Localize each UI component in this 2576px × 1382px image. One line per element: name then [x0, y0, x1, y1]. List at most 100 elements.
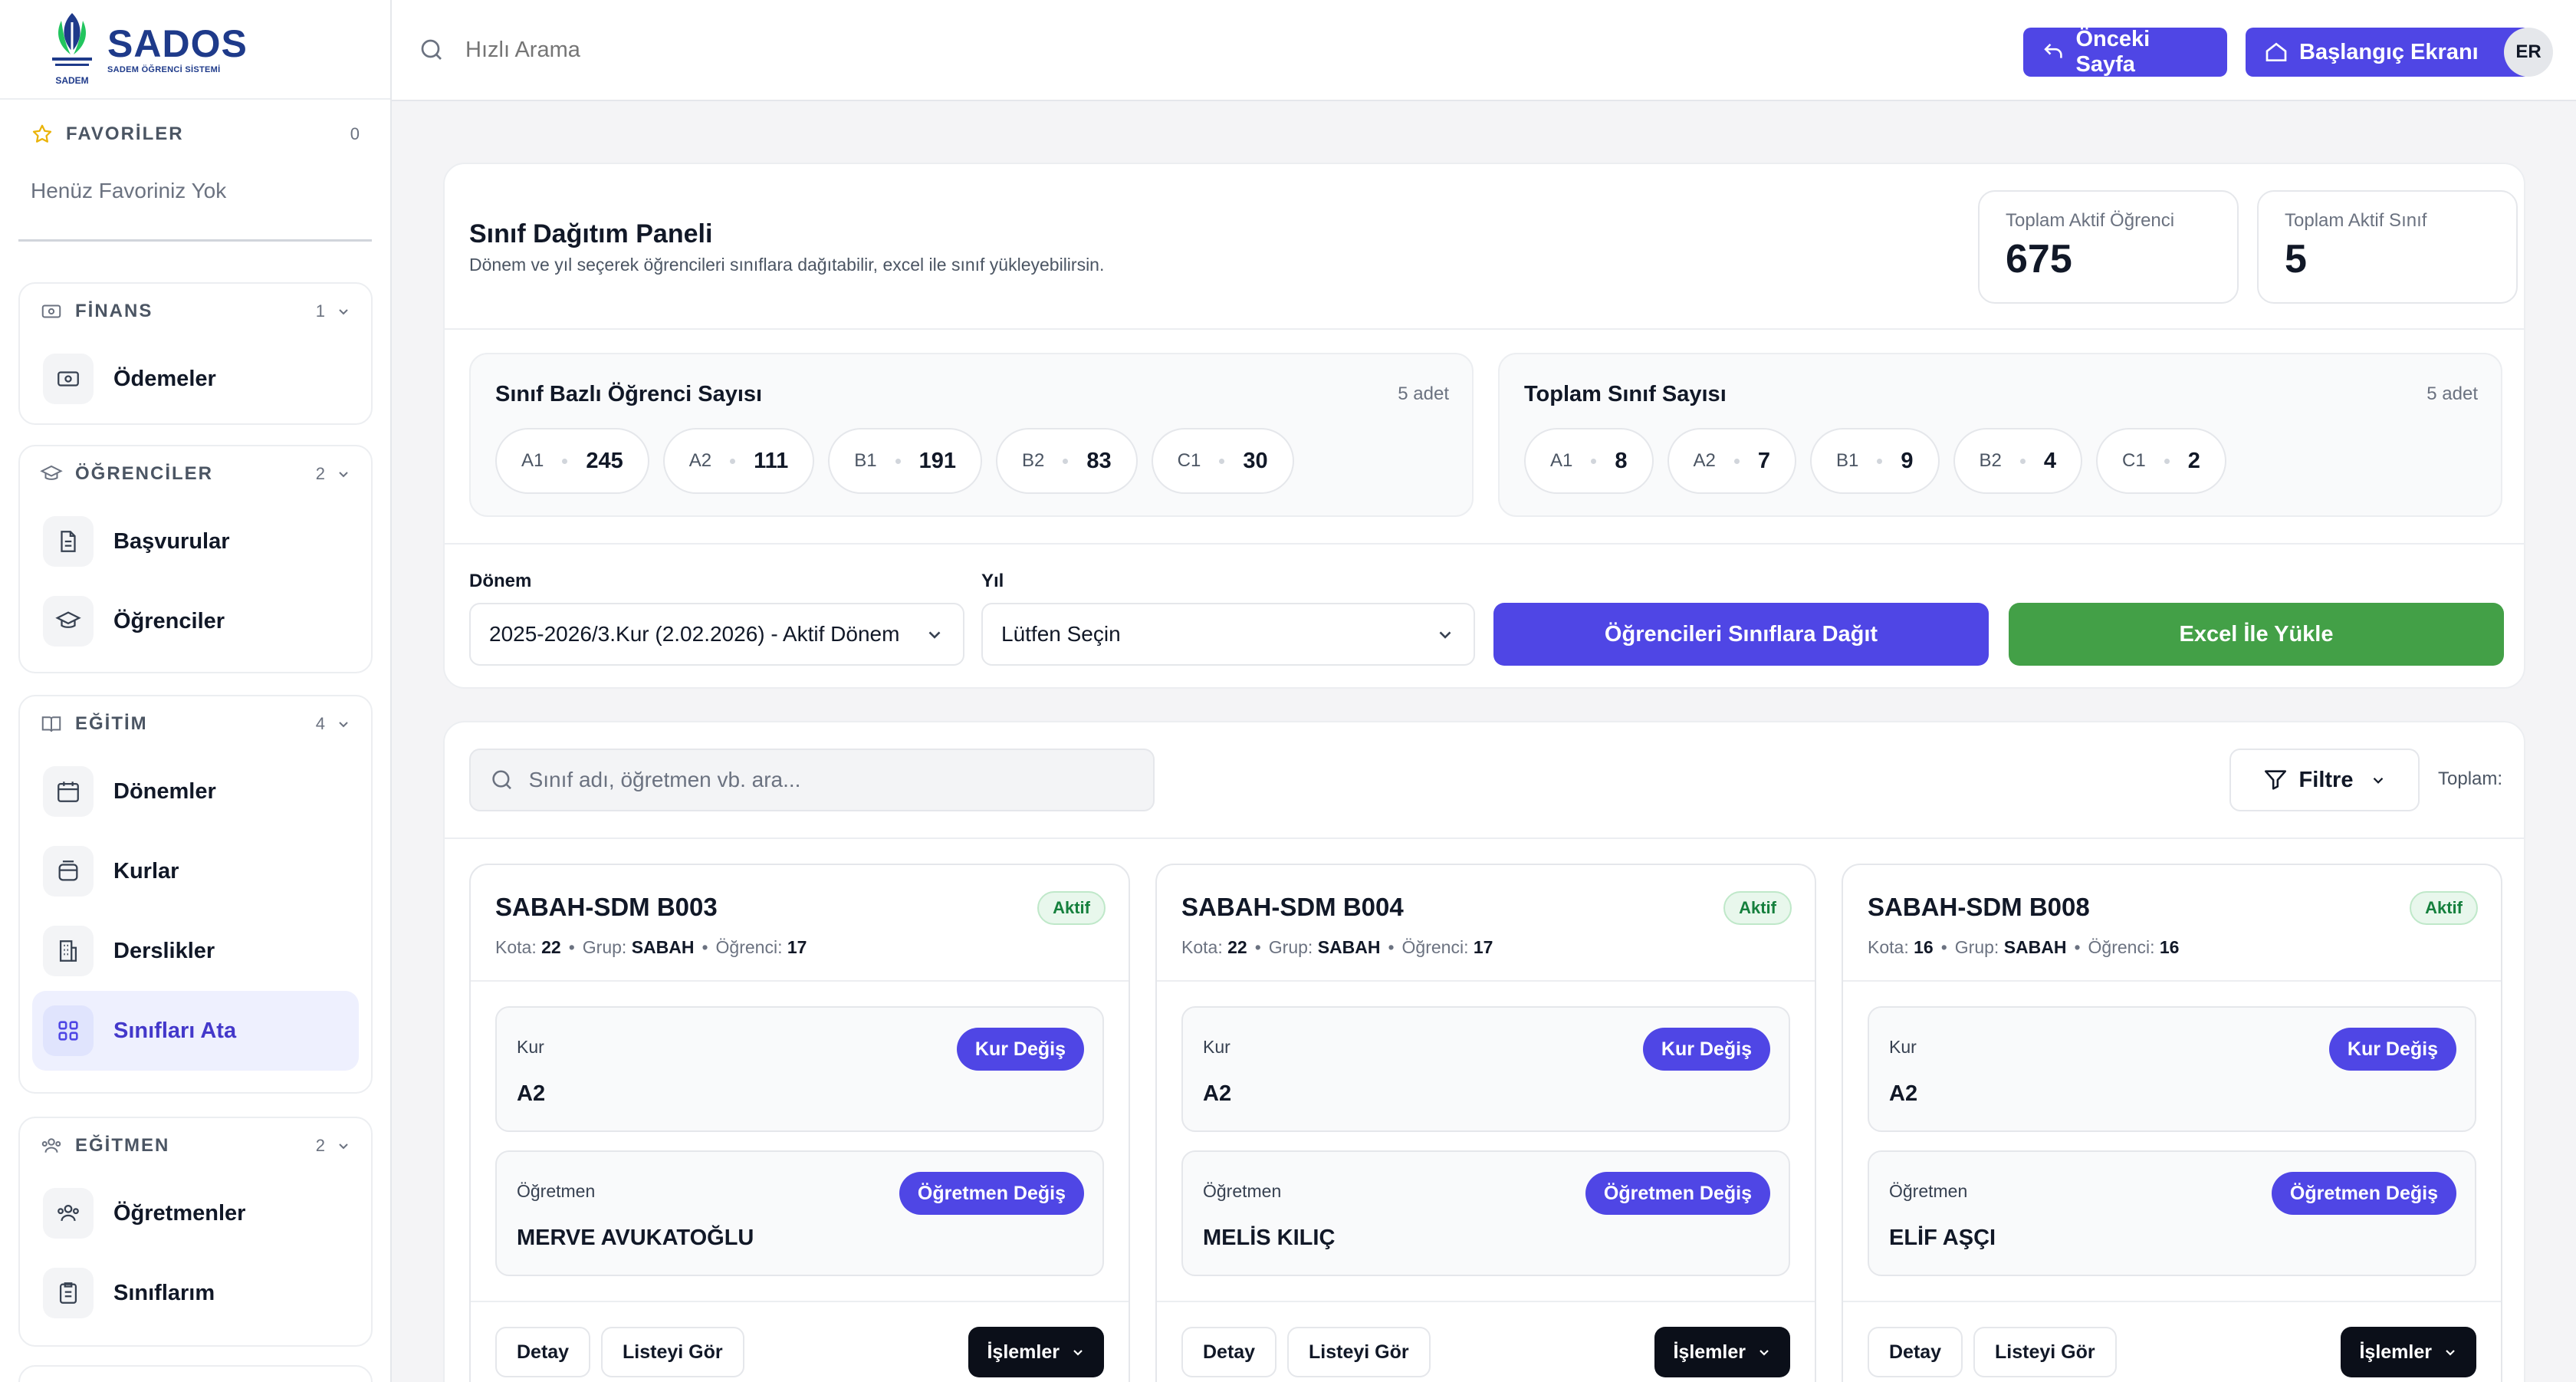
actions-label: İşlemler: [987, 1341, 1060, 1363]
user-avatar[interactable]: ER: [2504, 28, 2553, 77]
section-count: 5 adet: [1398, 383, 1449, 404]
year-select[interactable]: Lütfen Seçin: [981, 603, 1475, 666]
change-teacher-button[interactable]: Öğretmen Değiş: [899, 1172, 1084, 1215]
sidebar-item-levels[interactable]: Kurlar: [32, 831, 359, 911]
class-search-box[interactable]: [469, 749, 1155, 811]
class-count-by-level: Toplam Sınıf Sayısı 5 adet A1 8 A2 7 B1 9 B…: [1498, 353, 2502, 517]
detail-button[interactable]: Detay: [1181, 1327, 1277, 1377]
teacher-label: Öğretmen: [517, 1181, 596, 1201]
sidebar-item-applications[interactable]: Başvurular: [32, 502, 359, 581]
group-header-education[interactable]: EĞİTİM 4: [20, 696, 371, 752]
level-box: Kur A2 Kur Değiş: [495, 1006, 1104, 1132]
chip-value: 2: [2187, 448, 2200, 473]
level-chip-a2: A2 111: [662, 428, 815, 494]
chevron-down-icon: [1073, 1350, 1083, 1356]
sidebar-item-label: Sınıfları Ata: [113, 1018, 237, 1043]
year-label: Yıl: [981, 571, 1004, 591]
chevron-down-icon: [339, 722, 348, 728]
logo[interactable]: SADEM SADOS SADEM ÖĞRENCİ SİSTEMİ: [0, 0, 390, 100]
teacher-label: Öğretmen: [1889, 1181, 1968, 1201]
sidebar-item-terms[interactable]: Dönemler: [32, 752, 359, 831]
view-list-button[interactable]: Listeyi Gör: [1973, 1327, 2117, 1377]
teacher-value: ELİF AŞÇI: [1889, 1226, 1996, 1250]
class-card: SABAH-SDM B004 Aktif Kota: 22 • Grup: SABA…: [1155, 864, 1816, 1382]
term-label: Dönem: [469, 571, 532, 591]
chip-value: 8: [1615, 448, 1628, 473]
chip-value: 83: [1086, 448, 1112, 473]
class-meta: Kota: 16 • Grup: SABAH • Öğrenci: 16: [1868, 937, 2180, 957]
chevron-down-icon: [1760, 1350, 1769, 1356]
stat-value: 5: [2285, 237, 2307, 281]
chip-level: A1: [521, 450, 544, 471]
level-value: A2: [1203, 1081, 1232, 1106]
change-level-button[interactable]: Kur Değiş: [956, 1028, 1084, 1071]
filter-button[interactable]: Filtre: [2229, 749, 2420, 811]
student-count-by-level: Sınıf Bazlı Öğrenci Sayısı 5 adet A1 245 …: [469, 353, 1474, 517]
book-icon: [41, 716, 61, 732]
brand-title: SADOS: [107, 22, 248, 65]
layers-icon: [58, 860, 78, 881]
term-select[interactable]: 2025-2026/3.Kur (2.02.2026) - Aktif Döne…: [469, 603, 964, 666]
sidebar-item-label: Derslikler: [113, 938, 215, 963]
previous-page-button[interactable]: Önceki Sayfa: [2023, 27, 2227, 77]
graduation-cap-icon: [40, 465, 63, 480]
logo-caption: SADEM: [55, 75, 88, 86]
money-icon: [41, 304, 61, 318]
actions-button[interactable]: İşlemler: [1654, 1327, 1790, 1377]
sidebar-item-my-classes[interactable]: Sınıflarım: [32, 1253, 359, 1333]
change-level-button[interactable]: Kur Değiş: [2328, 1028, 2456, 1071]
group-header-students[interactable]: ÖĞRENCİLER 2: [20, 446, 371, 502]
sidebar-item-students[interactable]: Öğrenciler: [32, 581, 359, 661]
home-button[interactable]: Başlangıç Ekranı: [2246, 28, 2531, 77]
group-header-instructor[interactable]: EĞİTMEN 2: [20, 1118, 371, 1173]
class-search-input[interactable]: [528, 768, 1135, 792]
divider: [445, 837, 2524, 839]
chip-value: 9: [1901, 448, 1914, 473]
sidebar-item-classrooms[interactable]: Derslikler: [32, 911, 359, 991]
view-list-button[interactable]: Listeyi Gör: [601, 1327, 744, 1377]
chip-level: A2: [1693, 450, 1716, 471]
change-teacher-button[interactable]: Öğretmen Değiş: [2271, 1172, 2456, 1215]
page-title: Sınıf Dağıtım Paneli: [469, 219, 713, 248]
detail-button[interactable]: Detay: [1868, 1327, 1963, 1377]
chip-level: B1: [854, 450, 877, 471]
chip-value: 111: [754, 448, 789, 473]
users-icon: [41, 1138, 61, 1153]
actions-button[interactable]: İşlemler: [2341, 1327, 2476, 1377]
stat-total-active-students: Toplam Aktif Öğrenci 675: [1978, 190, 2239, 304]
group-value: SABAH: [631, 937, 695, 957]
favorites-header[interactable]: FAVORİLER 0: [0, 103, 390, 166]
student-count-value: 17: [1473, 937, 1493, 957]
class-card: SABAH-SDM B003 Aktif Kota: 22 • Grup: SABA…: [469, 864, 1130, 1382]
sidebar-item-assign-classes[interactable]: Sınıfları Ata: [32, 991, 359, 1071]
chip-value: 4: [2043, 448, 2056, 473]
group-title: EĞİTİM: [75, 713, 148, 734]
sidebar-item-teachers[interactable]: Öğretmenler: [32, 1173, 359, 1253]
sidebar-item-label: Öğrenciler: [113, 608, 225, 633]
level-chip-b1: B1 9: [1810, 428, 1940, 494]
sidebar-group-instructor: EĞİTMEN 2 Öğretmenler Sınıflarım: [18, 1117, 373, 1347]
view-list-button[interactable]: Listeyi Gör: [1287, 1327, 1431, 1377]
detail-button[interactable]: Detay: [495, 1327, 591, 1377]
quick-search-input[interactable]: [465, 37, 1155, 63]
chip-level: B2: [1979, 450, 2002, 471]
sidebar-item-payments[interactable]: Ödemeler: [32, 339, 359, 419]
teacher-label: Öğretmen: [1203, 1181, 1282, 1201]
student-count-value: 16: [2159, 937, 2180, 957]
change-level-button[interactable]: Kur Değiş: [1642, 1028, 1770, 1071]
class-name: SABAH-SDM B004: [1181, 893, 1404, 921]
change-teacher-button[interactable]: Öğretmen Değiş: [1585, 1172, 1770, 1215]
class-distribution-panel: Sınıf Dağıtım Paneli Dönem ve yıl seçere…: [443, 163, 2525, 689]
chevron-down-icon: [2446, 1350, 2455, 1356]
excel-upload-button[interactable]: Excel İle Yükle: [2009, 603, 2504, 666]
group-count: 2: [315, 1136, 325, 1155]
actions-button[interactable]: İşlemler: [968, 1327, 1104, 1377]
class-name: SABAH-SDM B003: [495, 893, 718, 921]
top-bar: Önceki Sayfa Başlangıç Ekranı ER: [392, 0, 2576, 101]
chip-level: B2: [1022, 450, 1045, 471]
group-header-finance[interactable]: FİNANS 1: [20, 284, 371, 339]
quota-value: 22: [1227, 937, 1247, 957]
quota-value: 22: [541, 937, 561, 957]
sidebar-group-education: EĞİTİM 4 Dönemler Kurlar Derslikler Sını…: [18, 695, 373, 1094]
distribute-students-button[interactable]: Öğrencileri Sınıflara Dağıt: [1493, 603, 1989, 666]
